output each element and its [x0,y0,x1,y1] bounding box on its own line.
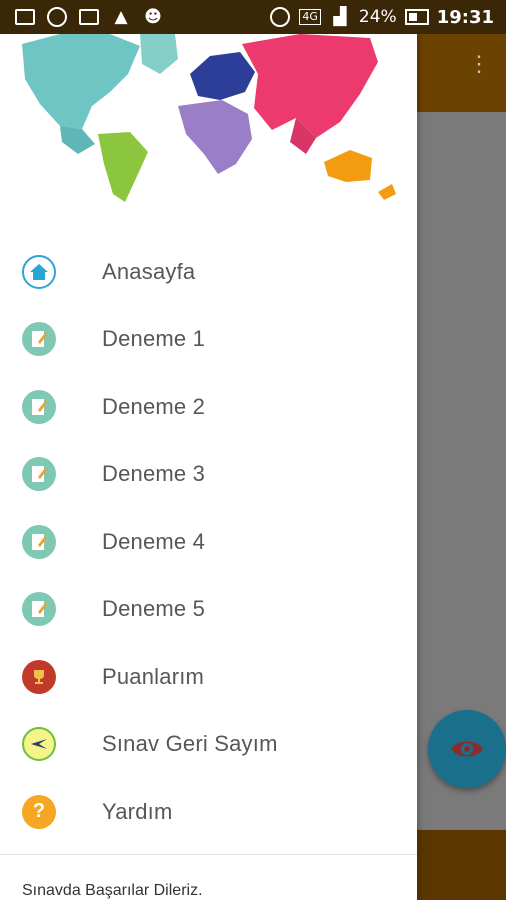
menu-item-label: Yardım [102,798,173,824]
home-icon [22,254,56,289]
drawer-footer-text: Sınavda Başarılar Dileriz. [22,882,203,899]
pencil-note-icon [22,322,56,357]
pencil-note-icon [22,592,56,627]
menu-item-label: Anasayfa [102,258,196,284]
usb-icon [14,6,36,28]
more-options-icon[interactable]: ⋮ [468,53,490,75]
battery-percent: 24% [358,7,397,27]
battery-icon [404,9,429,25]
menu-item-sinav-geri-sayim[interactable]: Sınav Geri Sayım [0,711,417,779]
navigation-drawer: Anasayfa Deneme 1 Deneme 2 Deneme 3 Dene… [0,34,417,900]
app-bottom-bar [417,830,506,900]
status-bar: ▲ ☻ 4G ▟ 24% 19:31 [0,0,506,34]
app-toolbar [417,34,506,112]
alarm-icon [269,6,291,28]
menu-item-puanlarim[interactable]: Puanlarım [0,643,417,711]
menu-item-deneme-3[interactable]: Deneme 3 [0,441,417,509]
network-type: 4G [299,9,321,25]
menu-item-yardim[interactable]: ? Yardım [0,778,417,846]
menu-item-label: Deneme 1 [102,326,206,352]
menu-item-anasayfa[interactable]: Anasayfa [0,238,417,306]
menu-item-label: Deneme 3 [102,461,206,487]
drawer-menu: Anasayfa Deneme 1 Deneme 2 Deneme 3 Dene… [0,238,417,846]
trophy-icon [22,659,56,694]
drawer-divider [0,854,417,855]
menu-item-label: Sınav Geri Sayım [102,731,278,757]
pencil-note-icon [22,524,56,559]
menu-item-label: Deneme 2 [102,393,206,419]
help-icon: ? [22,794,56,829]
pencil-note-icon [22,389,56,424]
menu-item-label: Deneme 4 [102,528,206,554]
whatsapp-icon [46,6,68,28]
signal-icon: ▟ [333,7,347,27]
eye-icon [451,741,483,757]
world-map-image [22,34,396,202]
menu-item-deneme-4[interactable]: Deneme 4 [0,508,417,576]
menu-item-deneme-1[interactable]: Deneme 1 [0,306,417,374]
warning-icon: ▲ [114,7,128,27]
pencil-note-icon [22,457,56,492]
menu-item-deneme-2[interactable]: Deneme 2 [0,373,417,441]
countdown-icon [22,727,56,762]
android-icon: ☻ [144,7,162,27]
menu-item-label: Deneme 5 [102,596,206,622]
fab-view-button[interactable] [428,710,506,788]
clock: 19:31 [436,6,494,28]
image-icon [78,6,100,28]
menu-item-label: Puanlarım [102,663,205,689]
menu-item-deneme-5[interactable]: Deneme 5 [0,576,417,644]
